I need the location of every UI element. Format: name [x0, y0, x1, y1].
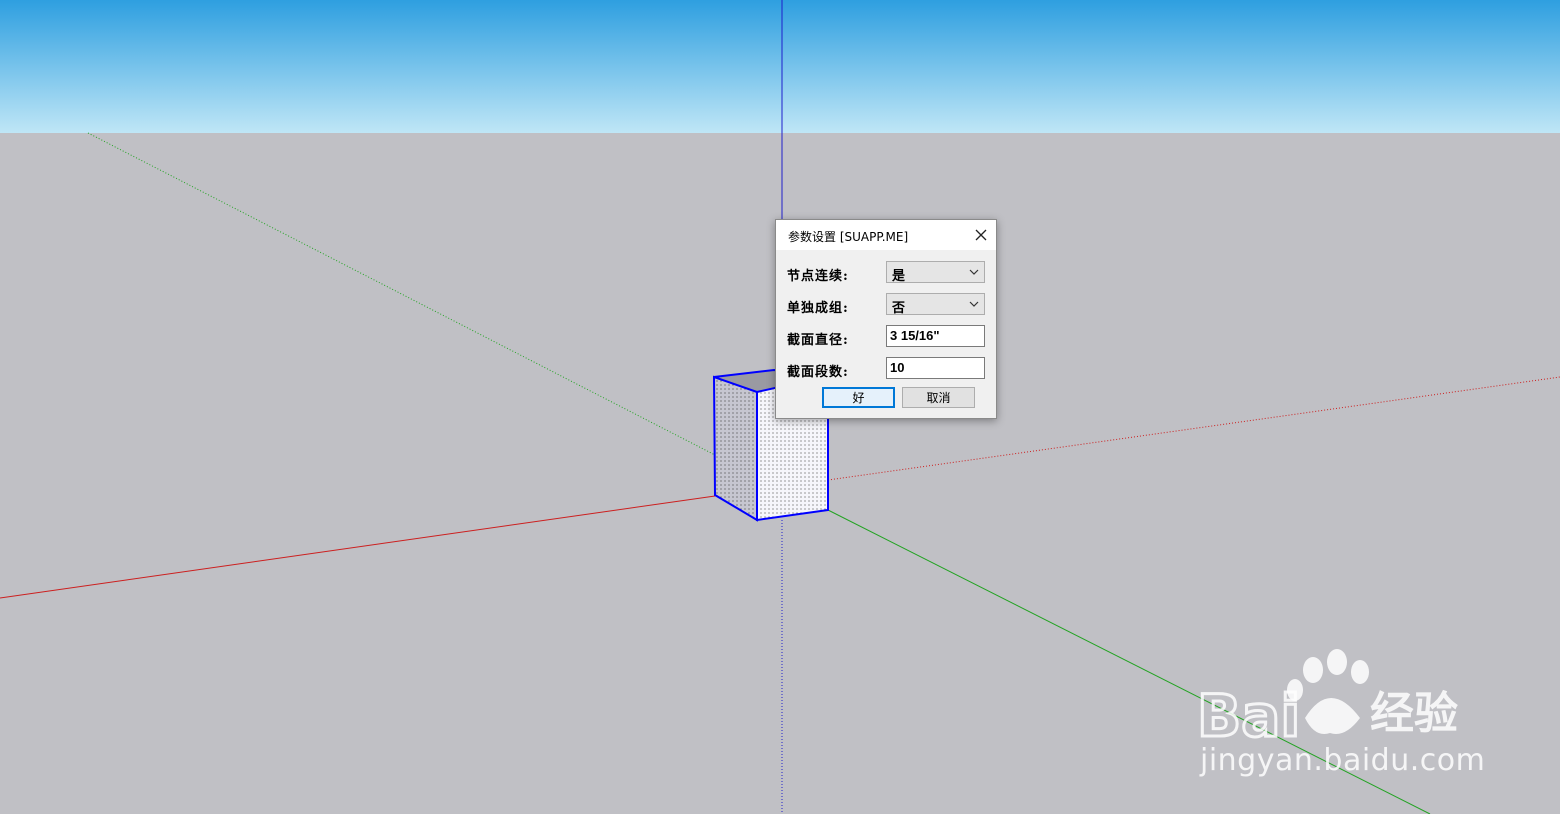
chevron-down-icon: [969, 301, 979, 307]
separate-group-select[interactable]: 否: [886, 293, 985, 316]
dialog-titlebar[interactable]: 参数设置 [SUAPP.ME]: [776, 220, 996, 250]
box-left-face: [712, 375, 758, 522]
dialog-title: 参数设置 [SUAPP.ME]: [788, 230, 909, 244]
node-continuous-value: 是: [892, 269, 906, 284]
separate-group-label: 单独成组:: [787, 301, 849, 316]
section-segments-label: 截面段数:: [787, 365, 849, 380]
svg-text:Bai: Bai: [1197, 682, 1300, 743]
watermark-url: jingyan.baidu.com: [1200, 743, 1486, 778]
svg-text:经验: 经验: [1370, 688, 1458, 739]
chevron-down-icon: [969, 269, 979, 275]
baidu-watermark: Bai 经验 jingyan.baidu.com: [1195, 648, 1485, 788]
baidu-logo: Bai 经验: [1196, 649, 1458, 752]
parameter-settings-dialog: 参数设置 [SUAPP.ME] 节点连续: 是 单独成组: 否 截面直径: 3 …: [775, 219, 997, 419]
close-button[interactable]: [966, 220, 996, 250]
section-segments-input[interactable]: 10: [886, 357, 985, 379]
close-icon: [975, 229, 987, 241]
sky: [0, 0, 1560, 133]
node-continuous-label: 节点连续:: [787, 269, 849, 284]
node-continuous-select[interactable]: 是: [886, 261, 985, 284]
section-diameter-input[interactable]: 3 15/16": [886, 325, 985, 347]
separate-group-value: 否: [892, 301, 906, 316]
section-diameter-label: 截面直径:: [787, 333, 849, 348]
cancel-button[interactable]: 取消: [902, 387, 975, 408]
field-row-node-continuous: 节点连续: 是: [787, 261, 987, 285]
ok-button[interactable]: 好: [822, 387, 895, 408]
field-row-section-segments: 截面段数: 10: [787, 357, 987, 381]
field-row-separate-group: 单独成组: 否: [787, 293, 987, 317]
field-row-section-diameter: 截面直径: 3 15/16": [787, 325, 987, 349]
